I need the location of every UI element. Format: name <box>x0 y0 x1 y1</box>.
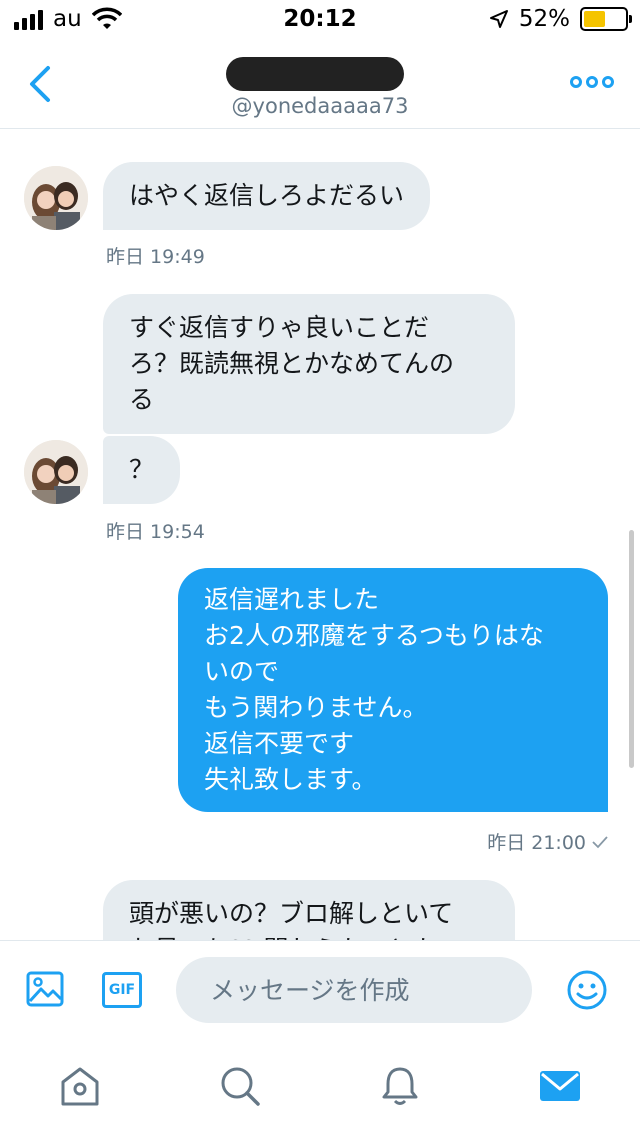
message-line: 失礼致します。 <box>204 765 377 794</box>
message-composer: GIF <box>0 940 640 1038</box>
message-line: ろ？既読無視とかなめてんの <box>129 349 455 378</box>
message-line: お2人の邪魔をするつもりはな <box>204 621 544 650</box>
message-timestamp: 昨日 19:49 <box>106 246 205 268</box>
message-thread[interactable]: はやく返信しろよだるい 昨日 19:49 すぐ返信すりゃ良いことだ ろ？既読無視… <box>0 130 640 940</box>
emoji-button[interactable] <box>566 969 608 1011</box>
message-line: る <box>129 385 155 414</box>
message-line: もう関わりません。 <box>204 693 428 722</box>
scroll-indicator[interactable] <box>629 530 634 768</box>
message-timestamp-row: 昨日 21:00 <box>487 828 608 855</box>
battery-icon <box>580 7 632 31</box>
more-button[interactable] <box>570 70 616 94</box>
message-timestamp: 昨日 21:00 <box>487 832 586 854</box>
more-dot <box>602 76 614 88</box>
user-handle[interactable]: @yonedaaaaa73 <box>0 94 640 118</box>
status-bar: au 20:12 52% <box>0 0 640 40</box>
more-dot <box>570 76 582 88</box>
tab-home[interactable] <box>58 1064 102 1108</box>
gif-button[interactable]: GIF <box>102 972 142 1008</box>
incoming-message-bubble[interactable]: 頭が悪いの？ブロ解しといて お易っち?? 関わらたいとか <box>103 880 515 940</box>
avatar-photo-icon <box>24 440 88 504</box>
message-text: ？ <box>129 455 155 484</box>
message-line: いので <box>204 657 280 686</box>
message-line: 返信不要です <box>204 729 355 758</box>
message-line: 頭が悪いの？ブロ解しといて <box>129 899 454 928</box>
redacted-display-name <box>226 57 404 91</box>
message-timestamp: 昨日 19:54 <box>106 521 205 543</box>
avatar-photo-icon <box>24 166 88 230</box>
message-line: 返信遅れました <box>204 585 380 614</box>
sender-avatar[interactable] <box>24 440 88 504</box>
location-arrow-icon <box>489 10 508 28</box>
photo-button[interactable] <box>26 971 64 1007</box>
bottom-tab-bar <box>0 1038 640 1136</box>
message-input[interactable] <box>176 957 532 1023</box>
message-line: お易っち?? 関わらたいとか <box>129 932 489 940</box>
tab-search[interactable] <box>218 1064 262 1108</box>
photo-icon <box>26 971 64 1007</box>
battery-fill <box>584 11 605 27</box>
message-text: はやく返信しろよだるい <box>129 181 405 210</box>
tab-notifications[interactable] <box>378 1064 422 1108</box>
conversation-header: @yonedaaaaa73 <box>0 40 640 129</box>
notifications-icon <box>382 1067 418 1105</box>
search-icon <box>221 1067 260 1106</box>
tab-messages[interactable] <box>538 1064 582 1108</box>
emoji-icon <box>567 970 607 1010</box>
outgoing-message-bubble[interactable]: 返信遅れました お2人の邪魔をするつもりはな いので もう関わりません。 返信不… <box>178 568 608 812</box>
message-line: すぐ返信すりゃ良いことだ <box>129 313 430 342</box>
home-icon <box>61 1067 99 1106</box>
sender-avatar[interactable] <box>24 166 88 230</box>
messages-icon <box>540 1071 580 1101</box>
gif-icon: GIF <box>108 982 136 998</box>
more-dot <box>586 76 598 88</box>
check-icon <box>592 835 608 848</box>
incoming-message-bubble[interactable]: すぐ返信すりゃ良いことだ ろ？既読無視とかなめてんの る <box>103 294 515 434</box>
incoming-message-bubble[interactable]: ？ <box>103 436 181 504</box>
battery-percent: 52% <box>518 6 570 32</box>
status-right: 52% <box>489 6 632 32</box>
incoming-message-bubble[interactable]: はやく返信しろよだるい <box>103 162 431 230</box>
